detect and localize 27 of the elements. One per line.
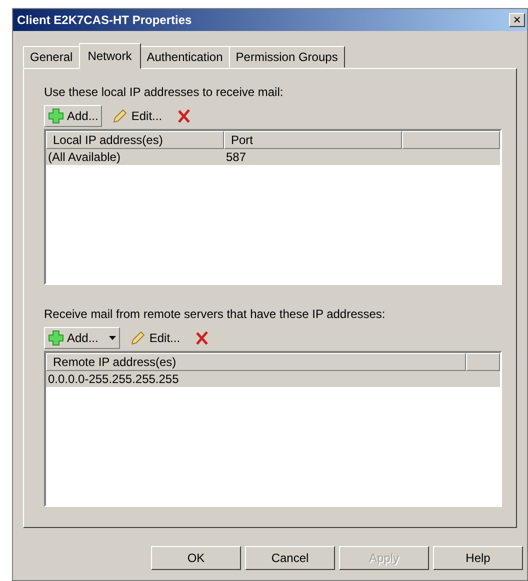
plus-icon [48, 108, 64, 124]
tab[interactable]: Network [78, 43, 141, 69]
section-label: Receive mail from remote servers that have these IP addresses: [44, 307, 386, 321]
pencil-icon [112, 108, 128, 124]
dialog-button[interactable]: Cancel [245, 546, 335, 570]
close-button[interactable]: × [509, 13, 525, 27]
list-cell-text: (All Available) [47, 149, 122, 165]
column-header[interactable]: Port [224, 131, 402, 149]
section-label: Use these local IP addresses to receive mail: [44, 85, 284, 99]
list-row[interactable]: 0.0.0.0-255.255.255.255 [46, 371, 500, 387]
add-button[interactable]: Add... [44, 327, 120, 349]
list-cell-text: 587 [225, 149, 248, 165]
plus-icon [48, 330, 64, 346]
column-header[interactable]: Local IP address(es) [46, 131, 224, 149]
window-title: Client E2K7CAS-HT Properties [17, 13, 192, 27]
x-icon [176, 108, 192, 124]
dialog-button[interactable]: Help [433, 546, 523, 570]
tab[interactable]: Permission Groups [228, 46, 345, 68]
tab[interactable]: General [23, 46, 80, 68]
dialog-button[interactable]: OK [151, 546, 241, 570]
pencil-icon [130, 330, 146, 346]
x-icon [194, 330, 210, 346]
caret-icon [109, 336, 116, 340]
add-button[interactable]: Add... [44, 105, 102, 127]
list-cell-text: 0.0.0.0-255.255.255.255 [47, 371, 180, 387]
list-row[interactable]: (All Available) 587 [46, 149, 500, 165]
column-header[interactable]: Remote IP address(es) [46, 353, 466, 371]
